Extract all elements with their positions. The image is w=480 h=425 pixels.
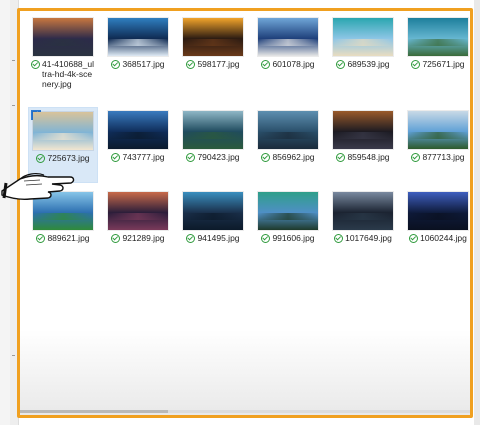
image-thumbnail xyxy=(183,18,243,56)
file-caption: 725671.jpg xyxy=(406,59,470,69)
image-thumbnail xyxy=(408,18,468,56)
file-name: 790423.jpg xyxy=(197,152,240,162)
image-thumbnail xyxy=(333,111,393,149)
file-item[interactable]: 941495.jpg xyxy=(178,188,248,264)
file-grid: 41-410688_ultra-hd-4k-scenery.jpg 368517.… xyxy=(28,14,478,264)
file-name: 1060244.jpg xyxy=(420,233,467,243)
image-thumbnail xyxy=(333,192,393,230)
sync-status-icon xyxy=(334,234,344,243)
file-item[interactable]: 1060244.jpg xyxy=(403,188,473,264)
file-name: 859548.jpg xyxy=(347,152,390,162)
sync-status-icon xyxy=(409,234,419,243)
file-name: 41-410688_ultra-hd-4k-scenery.jpg xyxy=(42,59,94,89)
file-item[interactable]: 368517.jpg xyxy=(103,14,173,90)
file-item[interactable]: 601078.jpg xyxy=(253,14,323,90)
sync-status-icon xyxy=(336,153,346,162)
file-caption: 598177.jpg xyxy=(181,59,245,69)
horizontal-scrollbar[interactable] xyxy=(18,410,472,413)
file-caption: 689539.jpg xyxy=(331,59,395,69)
sync-status-icon xyxy=(111,60,121,69)
file-item[interactable]: 790423.jpg xyxy=(178,107,248,183)
file-name: 941495.jpg xyxy=(197,233,240,243)
file-item[interactable]: 877713.jpg xyxy=(403,107,473,183)
image-thumbnail xyxy=(258,192,318,230)
file-caption: 889621.jpg xyxy=(31,233,95,243)
edge-marker xyxy=(12,60,15,61)
sync-status-icon xyxy=(36,154,46,163)
sync-status-icon xyxy=(36,234,46,243)
image-thumbnail xyxy=(258,111,318,149)
sync-status-icon xyxy=(111,234,121,243)
image-thumbnail xyxy=(183,111,243,149)
file-caption: 856962.jpg xyxy=(256,152,320,162)
file-name: 877713.jpg xyxy=(422,152,465,162)
file-name: 689539.jpg xyxy=(347,59,390,69)
file-name: 1017649.jpg xyxy=(345,233,392,243)
file-caption: 941495.jpg xyxy=(181,233,245,243)
image-thumbnail xyxy=(108,18,168,56)
file-name: 601078.jpg xyxy=(272,59,315,69)
sync-status-icon xyxy=(411,60,421,69)
image-thumbnail xyxy=(258,18,318,56)
image-thumbnail xyxy=(33,18,93,56)
file-item[interactable]: 991606.jpg xyxy=(253,188,323,264)
image-thumbnail xyxy=(108,192,168,230)
file-name: 889621.jpg xyxy=(47,233,90,243)
image-thumbnail xyxy=(333,18,393,56)
file-caption: 877713.jpg xyxy=(406,152,470,162)
image-thumbnail xyxy=(108,111,168,149)
file-item[interactable]: 689539.jpg xyxy=(328,14,398,90)
file-caption: 859548.jpg xyxy=(331,152,395,162)
edge-marker xyxy=(12,105,15,106)
file-name: 921289.jpg xyxy=(122,233,165,243)
file-caption: 991606.jpg xyxy=(256,233,320,243)
sync-status-icon xyxy=(261,234,271,243)
sync-status-icon xyxy=(411,153,421,162)
sync-status-icon xyxy=(336,60,346,69)
sync-status-icon xyxy=(261,60,271,69)
file-name: 743777.jpg xyxy=(122,152,165,162)
file-item[interactable]: 1017649.jpg xyxy=(328,188,398,264)
file-caption: 601078.jpg xyxy=(256,59,320,69)
file-item[interactable]: 41-410688_ultra-hd-4k-scenery.jpg xyxy=(28,14,98,102)
image-thumbnail xyxy=(33,112,93,150)
file-item[interactable]: 856962.jpg xyxy=(253,107,323,183)
file-name: 856962.jpg xyxy=(272,152,315,162)
empty-area xyxy=(18,330,472,418)
file-name: 368517.jpg xyxy=(122,59,165,69)
file-caption: 790423.jpg xyxy=(181,152,245,162)
sync-status-icon xyxy=(186,153,196,162)
file-caption: 743777.jpg xyxy=(106,152,170,162)
file-name: 991606.jpg xyxy=(272,233,315,243)
file-caption: 1060244.jpg xyxy=(406,233,470,243)
file-item[interactable]: 921289.jpg xyxy=(103,188,173,264)
image-thumbnail xyxy=(183,192,243,230)
file-item[interactable]: 725671.jpg xyxy=(403,14,473,90)
sync-status-icon xyxy=(111,153,121,162)
file-caption: 1017649.jpg xyxy=(331,233,395,243)
file-caption: 368517.jpg xyxy=(106,59,170,69)
file-caption: 41-410688_ultra-hd-4k-scenery.jpg xyxy=(31,59,95,89)
sync-status-icon xyxy=(31,60,40,69)
hand-pointer-icon xyxy=(1,173,75,200)
file-name: 725673.jpg xyxy=(47,153,90,163)
file-item[interactable]: 859548.jpg xyxy=(328,107,398,183)
sync-status-icon xyxy=(186,234,196,243)
edge-marker xyxy=(12,355,15,356)
file-name: 725671.jpg xyxy=(422,59,465,69)
scrollbar-thumb[interactable] xyxy=(18,410,168,413)
file-item[interactable]: 743777.jpg xyxy=(103,107,173,183)
file-caption: 921289.jpg xyxy=(106,233,170,243)
file-caption: 725673.jpg xyxy=(31,153,95,163)
sync-status-icon xyxy=(186,60,196,69)
file-item[interactable]: 598177.jpg xyxy=(178,14,248,90)
sync-status-icon xyxy=(261,153,271,162)
image-thumbnail xyxy=(408,111,468,149)
image-thumbnail xyxy=(408,192,468,230)
file-name: 598177.jpg xyxy=(197,59,240,69)
